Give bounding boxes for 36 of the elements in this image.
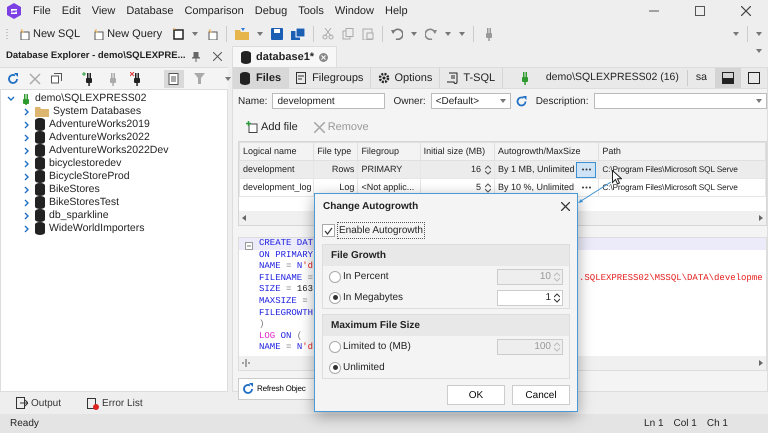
code-text: CREATE DAT <box>259 238 314 248</box>
connection-label: demo\SQLEXPRESS02 (16) <box>532 70 688 86</box>
table-cell-text: Rows <box>330 162 354 176</box>
code-text: .SQLEXPRESS02\MSSQL\DATA\developme <box>579 272 763 283</box>
panel-title: Database Explorer - demo\SQLEXPRE... <box>6 49 186 64</box>
code-text: NAME = N'd <box>259 261 314 272</box>
table-cell-text: By 1 MB, Unlimited <box>498 162 574 176</box>
line-number: Ln 1 <box>644 417 664 431</box>
code-text: NAME = N'd <box>259 342 314 352</box>
character-number: Ch 1 <box>706 417 728 431</box>
status-text: Ready <box>10 417 39 431</box>
table-cell: <Not applic... <box>361 182 414 192</box>
table-cell: development <box>243 164 295 174</box>
table-cell: C:\Program Files\Microsoft SQL Serve <box>602 182 738 192</box>
code-text: FILEGROWTH <box>259 308 314 318</box>
table-cell: C:\Program Files\Microsoft SQL Serve <box>602 164 738 174</box>
table-cell: PRIMARY <box>361 164 402 174</box>
code-text: SIZE = 163 <box>259 284 314 294</box>
group-title: Maximum File Size <box>323 315 569 336</box>
code-text: ) <box>259 319 264 330</box>
code-text: MAXSIZE = <box>259 296 308 306</box>
field-label: Owner: <box>393 94 426 108</box>
table-cell-text: By 10 %, Unlimited <box>498 180 574 194</box>
field-label: Name: <box>238 94 268 108</box>
user-label: sa <box>694 70 708 86</box>
table-cell-text: 16 <box>470 162 481 176</box>
table-cell: development_log <box>243 182 312 192</box>
table-cell-text: 5 <box>476 180 481 194</box>
code-text: LOG ON ( <box>259 330 302 341</box>
field-label: Description: <box>536 94 588 108</box>
table-cell-text: Log <box>338 180 354 194</box>
column-number: Col 1 <box>674 417 697 431</box>
group-title: File Growth <box>323 245 569 266</box>
code-text: FILENAME = <box>259 272 314 283</box>
dialog-title: Change Autogrowth <box>323 200 418 214</box>
code-text: ON PRIMARY <box>259 250 314 260</box>
